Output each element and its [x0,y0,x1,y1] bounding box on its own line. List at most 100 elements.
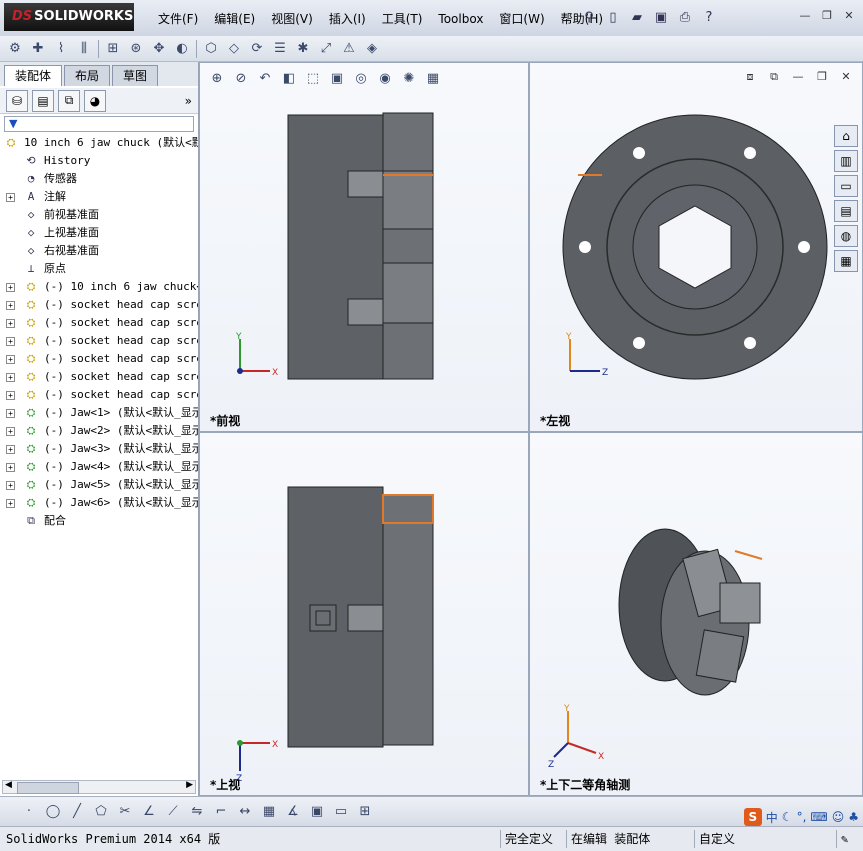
show-hidden-icon[interactable]: ◐ [173,40,191,58]
solidworks-logo[interactable]: DS SOLIDWORKS [4,3,134,31]
solidworks-resources-icon[interactable]: ⌂ [834,125,858,147]
tree-item[interactable]: + A 注解 [0,188,198,206]
grid-icon[interactable]: ▦ [260,803,278,821]
expand-icon[interactable]: + [6,445,15,454]
tile-icon[interactable]: ⊞ [356,803,374,821]
expand-icon[interactable]: + [6,301,15,310]
tree-item[interactable]: ◇ 前视基准面 [0,206,198,224]
shirt-icon[interactable]: ♣ [848,810,859,824]
move-component-icon[interactable]: ✥ [150,40,168,58]
ime-mode[interactable]: 中 [766,809,778,826]
status-units[interactable]: 自定义 [694,830,739,848]
moon-icon[interactable]: ☾ [782,810,793,824]
window-icon[interactable]: ▭ [332,803,350,821]
horizontal-scrollbar[interactable]: ◀ ▶ [2,780,196,794]
expand-chevron-icon[interactable]: » [185,94,192,108]
tree-item[interactable]: + ⛭ (-) Jaw<2> (默认<默认_显示 [0,422,198,440]
menu-tools[interactable]: 工具(T) [374,9,431,29]
tree-root[interactable]: ⛭ 10 inch 6 jaw chuck (默认<默 [0,134,198,152]
angle-icon[interactable]: ∠ [140,803,158,821]
shaded-box-icon[interactable]: ▣ [308,803,326,821]
tab-assembly[interactable]: 装配体 [4,65,63,86]
configuration-manager-icon[interactable]: ⧉ [58,89,80,112]
smart-fasteners-icon[interactable]: ⊛ [127,40,145,58]
tab-sketch[interactable]: 草图 [112,65,159,86]
menu-edit[interactable]: 编辑(E) [206,9,263,29]
tree-item[interactable]: ⟲ History [0,152,198,170]
tree-item[interactable]: + ⛭ (-) Jaw<4> (默认<默认_显示 [0,458,198,476]
scroll-left-icon[interactable]: ◀ [5,780,12,790]
feature-manager-icon[interactable]: ⛁ [6,89,28,112]
tree-item[interactable]: + ⛭ (-) socket head cap screw_ [0,332,198,350]
tree-item[interactable]: + ⛭ (-) socket head cap screw_ [0,368,198,386]
graphics-area[interactable]: ⊕ ⊘ ↶ ◧ ⬚ ▣ ◎ ◉ ✺ ▦ Y X *前视 ⧈ ⧉ — ❐ ✕ Y … [199,62,863,796]
interference-detection-icon[interactable]: ⚠ [340,40,358,58]
custom-properties-icon[interactable]: ▦ [834,250,858,272]
tree-item[interactable]: ◇ 上视基准面 [0,224,198,242]
menu-insert[interactable]: 插入(I) [321,9,374,29]
tab-layout[interactable]: 布局 [64,65,111,86]
angle-icon[interactable]: ∡ [284,803,302,821]
bill-of-materials-icon[interactable]: ☰ [271,40,289,58]
menu-toolbox[interactable]: Toolbox [430,9,491,29]
dimension-icon[interactable]: ↔ [236,803,254,821]
expand-icon[interactable]: + [6,373,15,382]
expand-icon[interactable]: + [6,319,15,328]
tree-item[interactable]: + ⛭ (-) Jaw<1> (默认<默认_显示 [0,404,198,422]
open-folder-icon[interactable]: ▰ [628,8,646,26]
expand-icon[interactable]: + [6,391,15,400]
tree-item[interactable]: ◇ 右视基准面 [0,242,198,260]
tree-item[interactable]: ◔ 传感器 [0,170,198,188]
reference-geometry-icon[interactable]: ◇ [225,40,243,58]
keyboard-icon[interactable]: ⌨ [810,810,827,824]
mirror-icon[interactable]: ⇋ [188,803,206,821]
expand-icon[interactable]: + [6,409,15,418]
scroll-right-icon[interactable]: ▶ [186,780,193,790]
offset-icon[interactable]: ⟋ [164,803,182,821]
tree-item[interactable]: + ⛭ (-) socket head cap screw_ [0,350,198,368]
tree-item[interactable]: ⧉ 配合 [0,512,198,530]
ime-logo-icon[interactable]: S [743,808,762,826]
expand-icon[interactable]: + [6,193,15,202]
design-library-icon[interactable]: ▥ [834,150,858,172]
exploded-view-icon[interactable]: ✱ [294,40,312,58]
property-manager-icon[interactable]: ▤ [32,89,54,112]
paperclip-icon[interactable]: ⌇ [52,40,70,58]
file-explorer-icon[interactable]: ▭ [834,175,858,197]
rebuild-icon[interactable]: ✎ [836,830,852,848]
expand-icon[interactable]: + [6,427,15,436]
tree-item[interactable]: + ⛭ (-) socket head cap screw_ [0,296,198,314]
explode-line-sketch-icon[interactable]: ⤢ [317,40,335,58]
line-icon[interactable]: ╱ [68,803,86,821]
tree-item[interactable]: + ⛭ (-) socket head cap screw_ [0,386,198,404]
tree-item[interactable]: + ⛭ (-) socket head cap screw_ [0,314,198,332]
polygon-icon[interactable]: ⬠ [92,803,110,821]
corner-icon[interactable]: ⌐ [212,803,230,821]
new-motion-study-icon[interactable]: ⟳ [248,40,266,58]
tree-item[interactable]: + ⛭ (-) Jaw<6> (默认<默认_显示 [0,494,198,512]
user-icon[interactable]: ☺ [832,810,845,824]
expand-icon[interactable]: + [6,481,15,490]
close-icon[interactable]: ✕ [841,8,857,24]
trim-icon[interactable]: ✂ [116,803,134,821]
restore-icon[interactable]: ❐ [819,8,835,24]
expand-icon[interactable]: + [6,337,15,346]
filter-field[interactable]: ▼ [4,116,194,132]
new-document-icon[interactable]: ▯ [604,8,622,26]
expand-icon[interactable]: + [6,463,15,472]
expand-icon[interactable]: + [6,499,15,508]
instant3d-icon[interactable]: ◈ [363,40,381,58]
print-icon[interactable]: ⎙ [676,8,694,26]
assembly-features-icon[interactable]: ⬡ [202,40,220,58]
pushpin-icon[interactable]: ⚲ [580,8,598,26]
punctuation-icon[interactable]: °, [797,810,807,824]
menu-file[interactable]: 文件(F) [150,9,206,29]
display-manager-icon[interactable]: ◕ [84,89,106,112]
view-palette-icon[interactable]: ▤ [834,200,858,222]
menu-view[interactable]: 视图(V) [263,9,321,29]
tree-item[interactable]: ⊥ 原点 [0,260,198,278]
tree-item[interactable]: + ⛭ (-) Jaw<3> (默认<默认_显示 [0,440,198,458]
edit-component-icon[interactable]: ⚙ [6,40,24,58]
point-icon[interactable]: · [20,803,38,821]
scrollbar-thumb[interactable] [17,782,79,794]
